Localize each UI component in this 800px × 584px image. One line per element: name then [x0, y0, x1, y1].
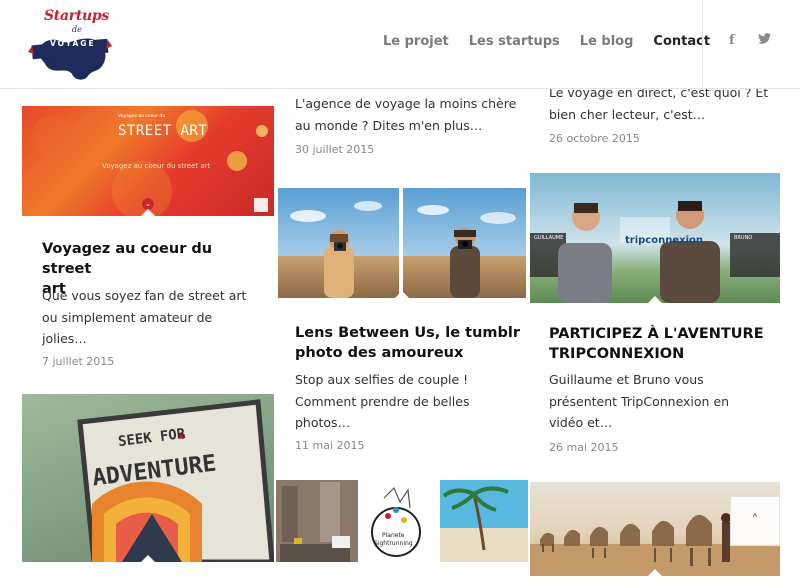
title-line: TRIPCONNEXION: [549, 346, 685, 362]
sightrunning-text: Sightrunning: [374, 540, 413, 547]
post-date: 7 juillet 2015: [42, 355, 115, 368]
card-notch: [141, 209, 155, 216]
card-notch: [141, 555, 155, 562]
post-date: 26 mai 2015: [549, 441, 619, 454]
scroll-to-top-button[interactable]: ˄: [730, 496, 780, 546]
post-date: 26 octobre 2015: [549, 132, 640, 145]
post-card-adventure[interactable]: SEEK FOR ADVENTURE: [22, 394, 274, 562]
excerpt-line: jolies…: [42, 331, 87, 346]
card-notch: [648, 569, 662, 576]
main-nav: Le projet Les startups Le blog Contact: [383, 34, 730, 49]
post-title[interactable]: Lens Between Us, le tumblr photo des amo…: [295, 323, 525, 363]
post-date: 11 mai 2015: [295, 439, 365, 452]
post-card-lens-between-us[interactable]: Lens Between Us, le tumblr photo des amo…: [278, 188, 526, 460]
post-title[interactable]: PARTICIPEZ À L'AVENTURE TRIPCONNEXION: [549, 324, 779, 364]
thumb-caption-big: STREET ART: [118, 123, 208, 139]
excerpt-line: ou simplement amateur de: [42, 309, 213, 325]
post-excerpt: L'agence de voyage la moins chère au mon…: [295, 93, 525, 136]
title-line: photo des amoureux: [295, 345, 464, 361]
card-notch: [648, 296, 662, 303]
nav-item-les-startups[interactable]: Les startups: [469, 34, 560, 49]
post-excerpt: Que vous soyez fan de street art ou simp…: [42, 285, 264, 350]
excerpt-line: vidéo et…: [549, 415, 613, 430]
site-header: Startups de VOYAGE Le projet Les startup…: [0, 0, 800, 89]
logo-script-text: Startups: [44, 8, 109, 24]
thumb-caption-small: Voyagez au coeur du: [118, 114, 166, 119]
post-thumbnail[interactable]: SEEK FOR ADVENTURE: [22, 394, 274, 562]
excerpt-line: présentent TripConnexion en: [549, 393, 730, 409]
title-line: Lens Between Us, le tumblr: [295, 325, 521, 341]
post-thumbnail[interactable]: GUILLAUME BRUNO tripconnexion: [530, 173, 780, 303]
chevron-up-icon: ˄: [751, 513, 759, 529]
globe-map-icon: [28, 38, 112, 80]
post-card-street-art[interactable]: Voyagez au coeur du STREET ART Voyagez a…: [22, 106, 274, 378]
post-thumbnail[interactable]: Voyagez au coeur du STREET ART Voyagez a…: [22, 106, 274, 216]
collage-graphic: [276, 480, 528, 562]
post-card-agence[interactable]: L'agence de voyage la moins chère au mon…: [278, 89, 526, 169]
excerpt-line: Stop aux selfies de couple !: [295, 372, 469, 387]
thumb-caption-sub: Voyagez au coeur du street art: [102, 162, 211, 170]
nav-item-le-projet[interactable]: Le projet: [383, 34, 449, 49]
excerpt-line: au monde ? Dites m'en plus…: [295, 117, 483, 133]
post-card-planete-sightrunning[interactable]: Planete Sightrunning: [276, 480, 528, 562]
post-date: 30 juillet 2015: [295, 143, 375, 156]
logo-de-text: de: [72, 25, 82, 34]
nav-divider: [702, 0, 703, 89]
excerpt-line: L'agence de voyage la moins chère: [295, 96, 517, 111]
post-card-tripconnexion[interactable]: GUILLAUME BRUNO tripconnexion PARTICIPEZ…: [530, 173, 780, 463]
excerpt-line: bien cher lecteur, c'est…: [549, 106, 706, 122]
nav-item-le-blog[interactable]: Le blog: [580, 34, 634, 49]
post-excerpt: Stop aux selfies de couple ! Comment pre…: [295, 369, 525, 434]
excerpt-line: Comment prendre de belles: [295, 393, 470, 409]
post-thumbnail[interactable]: Planete Sightrunning: [276, 480, 528, 562]
post-excerpt: Guillaume et Bruno vous présentent TripC…: [549, 369, 779, 434]
presenter-label-right: BRUNO: [734, 235, 753, 241]
post-card-voyage-direct[interactable]: Le voyage en direct, c'est quoi ? Et bie…: [530, 85, 780, 159]
presenter-label-left: GUILLAUME: [534, 235, 564, 241]
twitter-icon[interactable]: [758, 33, 771, 48]
post-thumbnail[interactable]: [278, 188, 526, 298]
excerpt-line: Que vous soyez fan de street art: [42, 288, 247, 303]
title-line: Voyagez au coeur du street: [42, 241, 213, 277]
excerpt-line: Guillaume et Bruno vous: [549, 372, 704, 387]
excerpt-line: photos…: [295, 415, 351, 430]
logo-banner-text: VOYAGE: [50, 39, 96, 48]
brand-text: tripconnexion: [625, 235, 703, 246]
couple-photos-graphic: [278, 188, 526, 298]
site-logo[interactable]: Startups de VOYAGE: [28, 8, 112, 82]
planete-text: Planete: [382, 532, 405, 539]
facebook-icon[interactable]: f: [729, 33, 735, 48]
title-line: PARTICIPEZ À L'AVENTURE: [549, 326, 764, 342]
card-notch: [395, 291, 409, 298]
